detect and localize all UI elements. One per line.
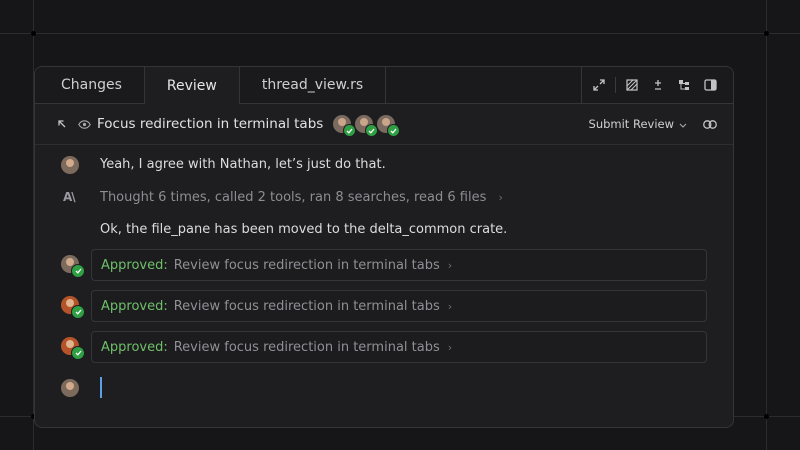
guide-line-top — [0, 33, 800, 34]
tab-spacer — [386, 67, 581, 103]
tab-review[interactable]: Review — [144, 67, 240, 104]
text-cursor[interactable] — [100, 377, 102, 398]
guide-line-right — [766, 0, 767, 450]
avatar — [61, 379, 79, 397]
avatar[interactable] — [355, 115, 379, 137]
toolbar-separator — [615, 77, 616, 93]
submit-review-label: Submit Review — [588, 117, 674, 131]
avatar — [61, 296, 85, 319]
tab-bar: Changes Review thread_view.rs — [35, 67, 733, 104]
guide-dot — [764, 31, 769, 36]
diff-icon[interactable] — [619, 72, 645, 98]
chevron-right-icon: › — [447, 340, 453, 354]
review-panel: Changes Review thread_view.rs Focus redi… — [34, 66, 734, 428]
approval-item[interactable]: Approved: Review focus redirection in te… — [91, 249, 707, 281]
toolbar — [581, 67, 733, 103]
chevron-down-icon — [679, 117, 687, 131]
check-icon — [71, 264, 85, 278]
submit-review-button[interactable]: Submit Review — [589, 117, 687, 131]
assistant-message: Ok, the file_pane has been moved to the … — [100, 222, 508, 237]
guide-dot — [764, 414, 769, 419]
chevron-right-icon: › — [447, 299, 453, 313]
tree-icon[interactable] — [671, 72, 697, 98]
avatar — [61, 156, 79, 174]
avatar — [61, 255, 85, 278]
approval-text: Review focus redirection in terminal tab… — [173, 339, 440, 355]
chevron-right-icon: › — [447, 258, 453, 272]
reviewer-avatars — [333, 115, 401, 137]
thought-summary[interactable]: Thought 6 times, called 2 tools, ran 8 s… — [100, 190, 503, 205]
user-message: Yeah, I agree with Nathan, let’s just do… — [100, 157, 386, 172]
review-header: Focus redirection in terminal tabs Submi… — [35, 104, 733, 145]
check-icon — [71, 305, 85, 319]
expand-icon[interactable] — [586, 72, 612, 98]
avatar[interactable] — [377, 115, 401, 137]
review-title: Focus redirection in terminal tabs — [97, 116, 324, 132]
chevron-right-icon: › — [498, 191, 503, 204]
approval-status: Approved: — [101, 298, 168, 314]
split-panel-icon[interactable] — [697, 72, 723, 98]
collapse-arrow-icon[interactable] — [53, 115, 71, 133]
avatar[interactable] — [333, 115, 357, 137]
approval-status: Approved: — [101, 339, 168, 355]
approval-text: Review focus redirection in terminal tab… — [173, 257, 440, 273]
link-icon[interactable] — [703, 119, 717, 129]
assistant-logo-icon: A\ — [63, 190, 76, 204]
guide-dot — [31, 31, 36, 36]
approval-status: Approved: — [101, 257, 168, 273]
eye-icon — [75, 115, 93, 133]
tab-thread-view[interactable]: thread_view.rs — [240, 67, 387, 103]
approval-item[interactable]: Approved: Review focus redirection in te… — [91, 331, 707, 363]
approval-item[interactable]: Approved: Review focus redirection in te… — [91, 290, 707, 322]
thought-summary-text: Thought 6 times, called 2 tools, ran 8 s… — [100, 190, 487, 205]
tab-changes[interactable]: Changes — [35, 67, 145, 103]
approval-text: Review focus redirection in terminal tab… — [173, 298, 440, 314]
plus-minus-icon[interactable] — [645, 72, 671, 98]
check-icon — [387, 124, 401, 137]
avatar — [61, 337, 85, 360]
check-icon — [71, 346, 85, 360]
